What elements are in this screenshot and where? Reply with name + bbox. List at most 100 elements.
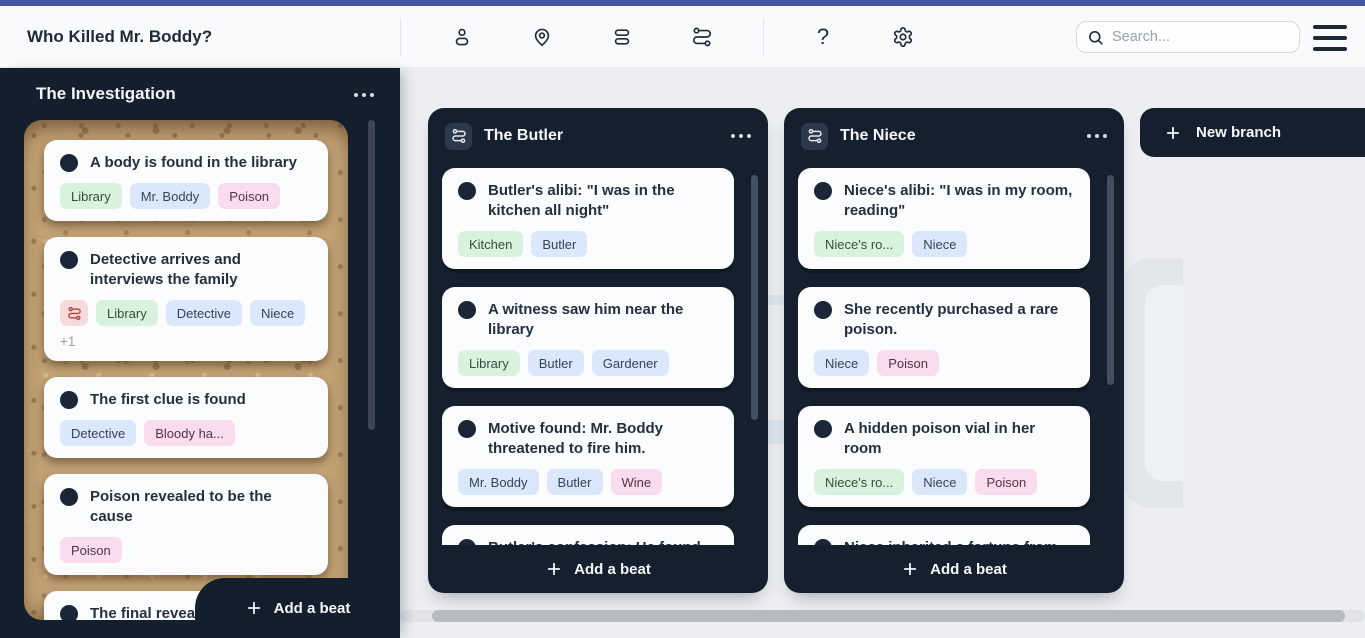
tag[interactable]: Library bbox=[60, 183, 122, 209]
column-scrollbar[interactable] bbox=[751, 175, 758, 420]
tag[interactable]: Butler bbox=[531, 231, 587, 257]
tag[interactable]: Niece bbox=[912, 469, 967, 495]
branch-link-chip[interactable] bbox=[60, 300, 88, 326]
tag-overflow-count: +1 bbox=[60, 334, 75, 349]
characters-button[interactable] bbox=[440, 15, 484, 59]
menu-button[interactable] bbox=[1313, 25, 1347, 51]
beat-bullet-icon bbox=[458, 301, 476, 319]
add-beat-button[interactable]: Add a beat bbox=[784, 545, 1124, 593]
help-button[interactable]: ? bbox=[801, 15, 845, 59]
tag[interactable]: Gardener bbox=[592, 350, 669, 376]
branch-menu-button[interactable] bbox=[354, 93, 374, 97]
locations-button[interactable] bbox=[520, 15, 564, 59]
user-icon bbox=[451, 26, 473, 48]
beat-card[interactable]: Butler's alibi: "I was in the kitchen al… bbox=[442, 168, 734, 269]
branch-column-niece: The Niece Niece's alibi: "I was in my ro… bbox=[784, 108, 1124, 593]
app-window: Who Killed Mr. Boddy? ? The I bbox=[0, 0, 1365, 638]
plus-icon bbox=[245, 599, 263, 617]
beat-card[interactable]: Poison revealed to be the cause Poison bbox=[44, 474, 328, 575]
new-branch-button[interactable]: New branch bbox=[1140, 108, 1365, 157]
ghost-branch-placeholder-inner bbox=[1145, 285, 1183, 481]
app-header: Who Killed Mr. Boddy? ? bbox=[0, 6, 1365, 68]
tag[interactable]: Detective bbox=[166, 300, 242, 326]
plus-icon bbox=[1164, 124, 1182, 142]
tag[interactable]: Niece bbox=[250, 300, 305, 326]
add-beat-button[interactable]: Add a beat bbox=[195, 578, 400, 638]
tag[interactable]: Mr. Boddy bbox=[458, 469, 539, 495]
beat-bullet-icon bbox=[60, 488, 78, 506]
tag[interactable]: Butler bbox=[528, 350, 584, 376]
beat-bullet-icon bbox=[458, 182, 476, 200]
menu-icon bbox=[1313, 25, 1347, 29]
tag[interactable]: Mr. Boddy bbox=[130, 183, 211, 209]
beat-card[interactable]: Detective arrives and interviews the fam… bbox=[44, 237, 328, 361]
horizontal-scrollbar[interactable] bbox=[432, 610, 1345, 622]
header-divider bbox=[763, 18, 764, 56]
settings-button[interactable] bbox=[881, 15, 925, 59]
beat-card[interactable]: Butler's confession: He found the body, … bbox=[442, 525, 734, 545]
beat-bullet-icon bbox=[60, 154, 78, 172]
tag[interactable]: Bloody ha... bbox=[144, 420, 235, 446]
beat-bullet-icon bbox=[60, 605, 78, 620]
tag[interactable]: Wine bbox=[611, 469, 663, 495]
beat-title: A body is found in the library bbox=[90, 153, 297, 173]
gear-icon bbox=[892, 26, 914, 48]
search-box[interactable] bbox=[1076, 21, 1300, 53]
header-divider bbox=[400, 18, 401, 56]
beat-card[interactable]: A body is found in the library Library M… bbox=[44, 140, 328, 221]
tag[interactable]: Library bbox=[458, 350, 520, 376]
beat-title: Detective arrives and interviews the fam… bbox=[90, 250, 314, 290]
tag[interactable]: Poison bbox=[877, 350, 939, 376]
branch-menu-button[interactable] bbox=[1087, 134, 1107, 138]
column-scrollbar[interactable] bbox=[1107, 175, 1114, 385]
rows-icon bbox=[611, 26, 633, 48]
route-icon bbox=[807, 128, 823, 144]
beat-title: Niece inherited a fortune from Mr. Boddy bbox=[844, 538, 1076, 545]
beat-card[interactable]: Niece inherited a fortune from Mr. Boddy bbox=[798, 525, 1090, 545]
tag[interactable]: Poison bbox=[60, 537, 122, 563]
beats-view-button[interactable] bbox=[600, 15, 644, 59]
beat-card[interactable]: The first clue is found Detective Bloody… bbox=[44, 377, 328, 458]
tag[interactable]: Poison bbox=[218, 183, 280, 209]
beat-bullet-icon bbox=[458, 420, 476, 438]
tag[interactable]: Butler bbox=[547, 469, 603, 495]
search-input[interactable] bbox=[1112, 29, 1289, 45]
branches-view-button[interactable] bbox=[680, 15, 724, 59]
beat-card[interactable]: A hidden poison vial in her room Niece's… bbox=[798, 406, 1090, 507]
tag[interactable]: Niece's ro... bbox=[814, 231, 904, 257]
beat-bullet-icon bbox=[814, 301, 832, 319]
tag[interactable]: Library bbox=[96, 300, 158, 326]
tag[interactable]: Niece's ro... bbox=[814, 469, 904, 495]
tag[interactable]: Niece bbox=[814, 350, 869, 376]
plus-icon bbox=[545, 560, 563, 578]
branch-chip[interactable] bbox=[445, 123, 472, 150]
beat-title: Motive found: Mr. Boddy threatened to fi… bbox=[488, 419, 720, 459]
add-beat-button[interactable]: Add a beat bbox=[428, 545, 768, 593]
beat-title: A hidden poison vial in her room bbox=[844, 419, 1076, 459]
add-beat-label: Add a beat bbox=[930, 561, 1007, 578]
tag[interactable]: Niece bbox=[912, 231, 967, 257]
search-icon bbox=[1087, 29, 1104, 46]
beat-bullet-icon bbox=[60, 391, 78, 409]
beat-card[interactable]: Motive found: Mr. Boddy threatened to fi… bbox=[442, 406, 734, 507]
project-title: Who Killed Mr. Boddy? bbox=[27, 27, 212, 47]
sidebar-scrollbar[interactable] bbox=[368, 120, 375, 430]
route-icon bbox=[67, 306, 82, 321]
branch-canvas: The Butler Butler's alibi: "I was in the… bbox=[400, 68, 1365, 638]
branch-chip[interactable] bbox=[801, 123, 828, 150]
add-beat-label: Add a beat bbox=[574, 561, 651, 578]
route-icon bbox=[691, 26, 713, 48]
branch-menu-button[interactable] bbox=[731, 134, 751, 138]
branch-column-butler: The Butler Butler's alibi: "I was in the… bbox=[428, 108, 768, 593]
tag[interactable]: Kitchen bbox=[458, 231, 523, 257]
beat-card[interactable]: A witness saw him near the library Libra… bbox=[442, 287, 734, 388]
beat-card[interactable]: She recently purchased a rare poison. Ni… bbox=[798, 287, 1090, 388]
beat-card[interactable]: Niece's alibi: "I was in my room, readin… bbox=[798, 168, 1090, 269]
beat-title: A witness saw him near the library bbox=[488, 300, 720, 340]
tag[interactable]: Detective bbox=[60, 420, 136, 446]
add-beat-label: Add a beat bbox=[274, 600, 351, 617]
beat-title: Butler's alibi: "I was in the kitchen al… bbox=[488, 181, 720, 221]
beat-title: Butler's confession: He found the body, … bbox=[488, 538, 720, 545]
beat-bullet-icon bbox=[814, 182, 832, 200]
tag[interactable]: Poison bbox=[975, 469, 1037, 495]
